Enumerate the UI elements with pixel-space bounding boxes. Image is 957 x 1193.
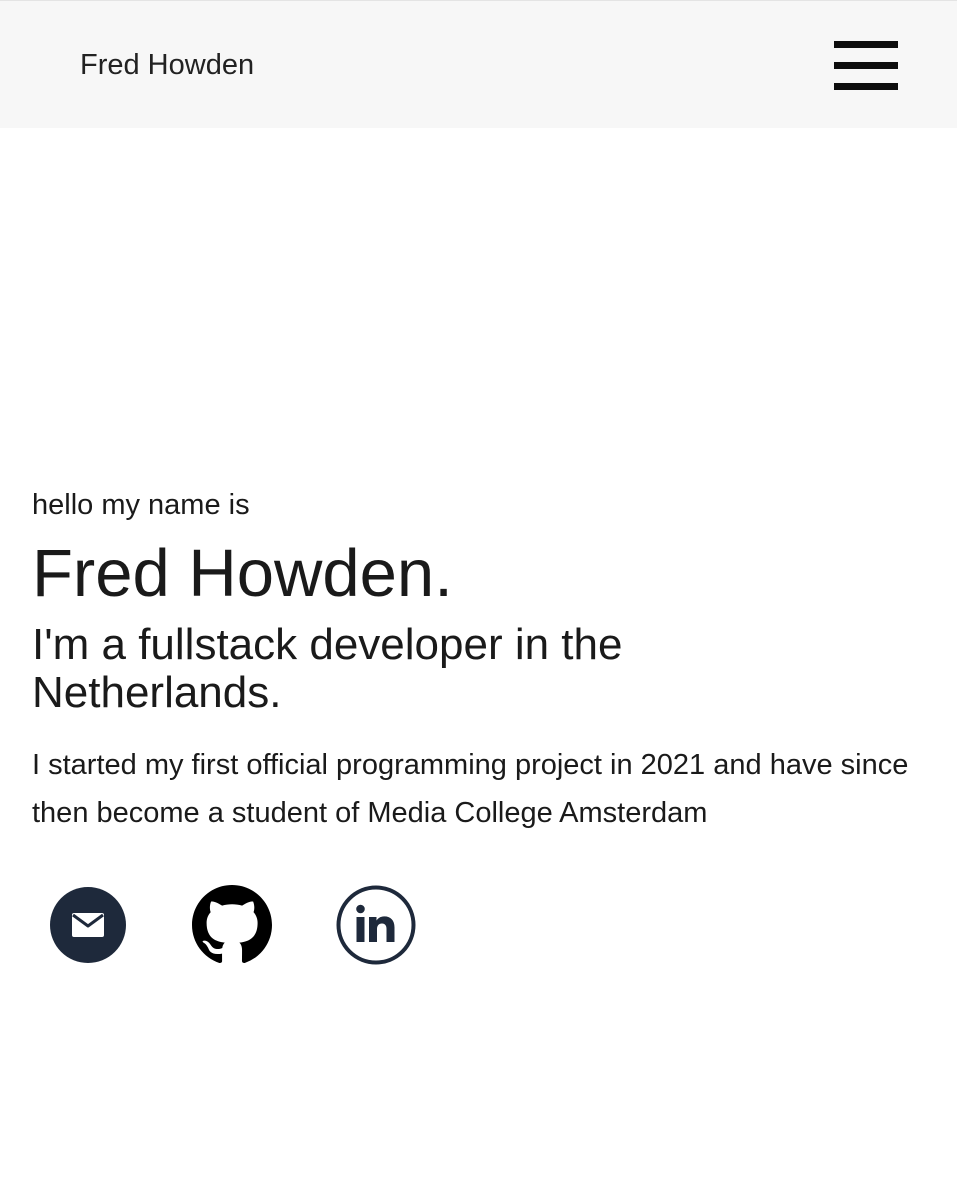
github-link[interactable] <box>192 885 272 965</box>
greeting-text: hello my name is <box>32 489 250 521</box>
page: Fred Howden hello my name is Fred Howden… <box>0 0 957 1193</box>
hero-name: Fred Howden. <box>32 536 453 611</box>
menu-bar <box>834 41 898 48</box>
hero-tagline: I'm a fullstack developer in the Netherl… <box>32 620 623 717</box>
email-link[interactable] <box>49 886 127 964</box>
email-icon <box>50 887 126 963</box>
menu-bar <box>834 62 898 69</box>
github-icon <box>192 885 272 964</box>
linkedin-icon <box>336 885 416 965</box>
hero-bio: I started my first official programming … <box>32 749 909 829</box>
brand-link[interactable]: Fred Howden <box>80 47 254 83</box>
linkedin-link[interactable] <box>336 885 416 965</box>
navbar: Fred Howden <box>0 0 957 128</box>
menu-bar <box>834 83 898 90</box>
hamburger-menu-icon[interactable] <box>834 41 898 91</box>
